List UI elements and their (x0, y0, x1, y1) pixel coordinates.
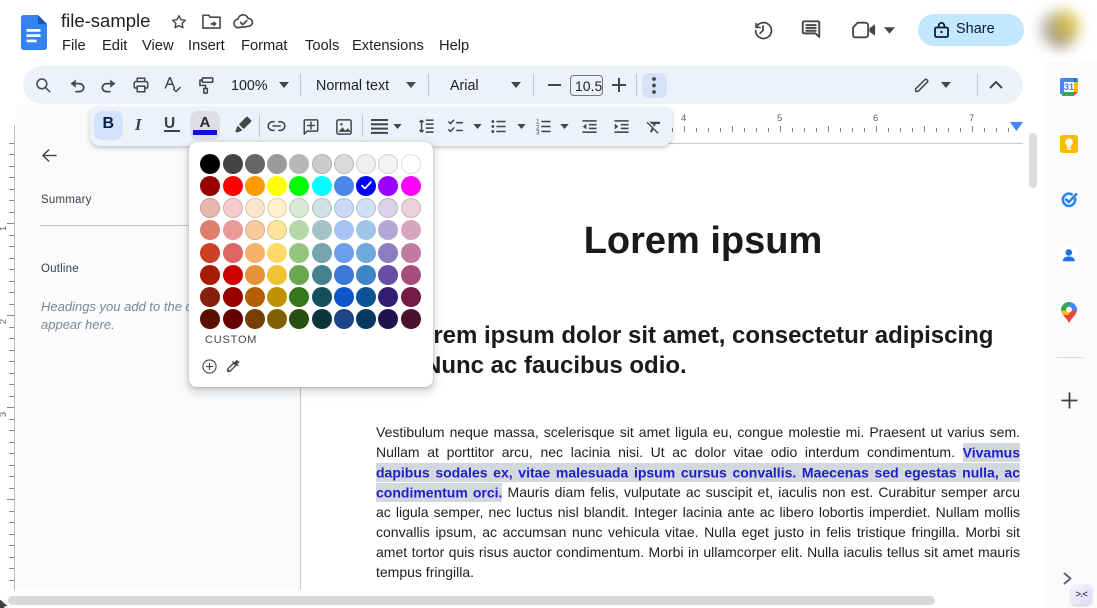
svg-text:3: 3 (536, 131, 540, 135)
